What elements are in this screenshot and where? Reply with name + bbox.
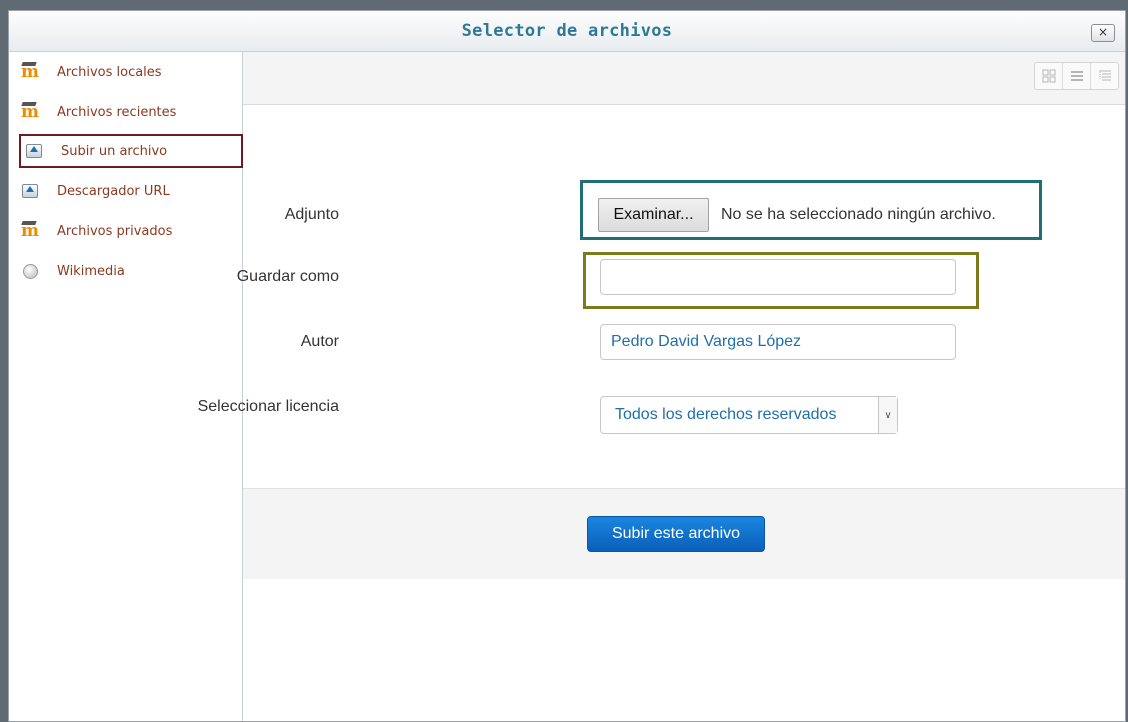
license-select[interactable]: Todos los derechos reservados ∨ — [600, 396, 898, 434]
sidebar-item-descargador-url[interactable]: Descargador URL — [15, 178, 170, 204]
dialog-title: Selector de archivos — [461, 21, 673, 41]
chevron-down-icon: ∨ — [878, 397, 897, 433]
upload-icon — [19, 183, 41, 199]
browse-button[interactable]: Examinar... — [598, 198, 709, 232]
close-button[interactable]: × — [1091, 24, 1115, 42]
file-picker-dialog: Selector de archivos × m Archivos locale… — [8, 10, 1126, 722]
form-footer: Subir este archivo — [243, 488, 1125, 579]
sidebar-item-wikimedia[interactable]: Wikimedia — [15, 258, 125, 284]
list-view-icon — [1070, 71, 1083, 81]
save-as-input[interactable] — [600, 259, 956, 295]
sidebar-item-archivos-recientes[interactable]: m Archivos recientes — [15, 99, 176, 125]
author-label: Autor — [300, 333, 339, 350]
sidebar-item-label: Archivos locales — [57, 64, 162, 80]
list-view-button[interactable] — [1063, 63, 1091, 89]
license-label: Seleccionar licencia — [197, 398, 339, 415]
grid-view-button[interactable] — [1035, 63, 1063, 89]
moodle-icon: m — [21, 101, 39, 122]
upload-file-button[interactable]: Subir este archivo — [587, 516, 765, 552]
attachment-label: Adjunto — [284, 206, 339, 223]
author-input[interactable]: Pedro David Vargas López — [600, 324, 956, 360]
upload-icon — [23, 143, 45, 159]
repository-sidebar: m Archivos locales m Archivos recientes … — [9, 52, 243, 721]
sidebar-item-archivos-privados[interactable]: m Archivos privados — [15, 218, 172, 244]
view-switcher — [1034, 62, 1119, 90]
main-panel: Adjunto Examinar... No se ha seleccionad… — [198, 52, 1125, 721]
sidebar-item-label: Wikimedia — [57, 263, 125, 279]
sidebar-item-label: Archivos recientes — [57, 104, 177, 120]
sidebar-item-label: Archivos privados — [57, 223, 173, 239]
sidebar-item-label: Descargador URL — [57, 183, 170, 199]
dialog-titlebar: Selector de archivos × — [9, 11, 1125, 52]
sidebar-item-label: Subir un archivo — [61, 143, 168, 159]
tree-view-button[interactable] — [1091, 63, 1118, 89]
tree-view-icon — [1098, 70, 1111, 81]
no-file-text: No se ha seleccionado ningún archivo. — [721, 206, 996, 223]
moodle-icon: m — [21, 61, 39, 82]
sidebar-item-subir-un-archivo[interactable]: Subir un archivo — [19, 134, 243, 168]
wikimedia-icon — [19, 263, 41, 279]
view-toolbar — [243, 52, 1125, 105]
license-select-value: Todos los derechos reservados — [615, 406, 837, 423]
sidebar-item-archivos-locales[interactable]: m Archivos locales — [15, 59, 162, 85]
save-as-label: Guardar como — [236, 268, 339, 285]
grid-view-icon — [1042, 69, 1055, 83]
moodle-icon: m — [21, 220, 39, 241]
